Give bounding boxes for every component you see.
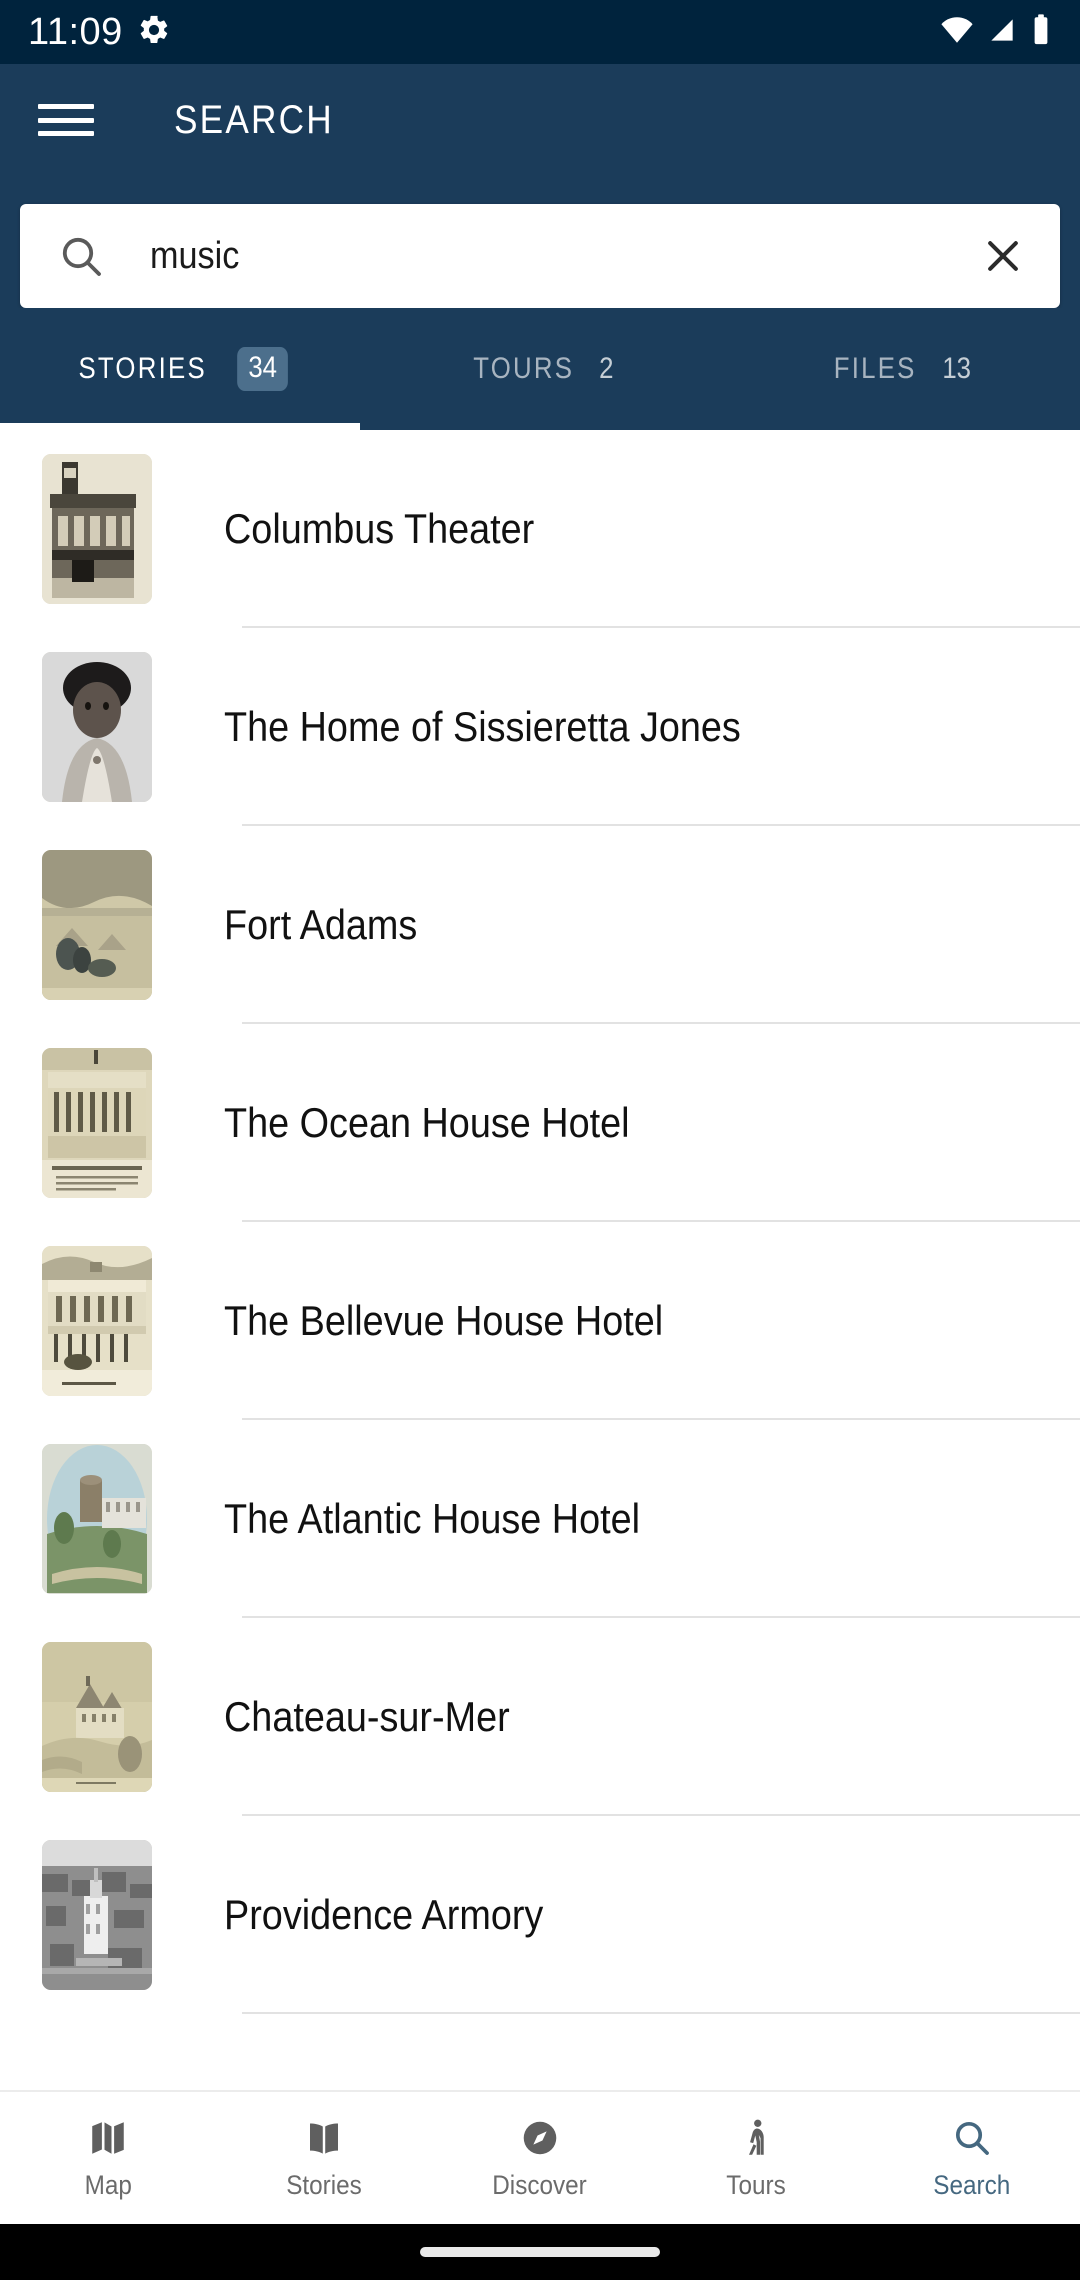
status-time: 11:09: [28, 10, 123, 53]
bottom-navigation-bar: Map Stories Discover Tours Search: [0, 2090, 1080, 2224]
tab-files[interactable]: FILES 13: [720, 308, 1080, 430]
list-item[interactable]: Fort Adams: [0, 826, 1080, 1024]
cellular-signal-icon: [986, 14, 1018, 51]
providence-armory-aerial-photo: [42, 1840, 152, 1990]
hamburger-line: [38, 131, 94, 136]
chateau-sur-mer-sketch: [42, 1642, 152, 1792]
tab-label: TOURS: [473, 352, 575, 385]
tab-count-badge: 34: [237, 347, 289, 391]
tab-stories[interactable]: STORIES 34: [0, 308, 360, 430]
close-icon[interactable]: [976, 229, 1030, 283]
system-gesture-bar: [0, 2224, 1080, 2280]
list-item-title: Columbus Theater: [224, 505, 535, 552]
app-bar: SEARCH: [0, 64, 1080, 176]
search-icon: [951, 2116, 993, 2160]
battery-icon: [1030, 13, 1052, 52]
list-item[interactable]: The Bellevue House Hotel: [0, 1222, 1080, 1420]
tab-label: STORIES: [78, 352, 207, 385]
nav-label: Tours: [726, 2169, 786, 2200]
list-item-title: The Atlantic House Hotel: [224, 1495, 641, 1542]
list-item[interactable]: The Atlantic House Hotel: [0, 1420, 1080, 1618]
list-item[interactable]: The Home of Sissieretta Jones: [0, 628, 1080, 826]
tab-label: FILES: [833, 352, 917, 385]
hamburger-line: [38, 104, 94, 109]
list-item-title: The Ocean House Hotel: [224, 1099, 630, 1146]
nav-label: Search: [933, 2169, 1011, 2200]
nav-label: Stories: [286, 2169, 362, 2200]
result-tabs: STORIES 34 TOURS 2 FILES 13: [0, 308, 1080, 430]
nav-item-map[interactable]: Map: [0, 2116, 216, 2201]
list-item-title: Providence Armory: [224, 1891, 544, 1938]
list-item-title: The Bellevue House Hotel: [224, 1297, 664, 1344]
gear-icon: [137, 13, 171, 52]
map-icon: [87, 2116, 129, 2160]
bellevue-house-hotel-engraving: [42, 1246, 152, 1396]
fort-adams-illustration: [42, 850, 152, 1000]
list-item[interactable]: The Ocean House Hotel: [0, 1024, 1080, 1222]
nav-item-search[interactable]: Search: [864, 2116, 1080, 2201]
tab-tours[interactable]: TOURS 2: [360, 308, 720, 430]
page-title: SEARCH: [174, 97, 334, 142]
nav-item-stories[interactable]: Stories: [216, 2116, 432, 2201]
search-box[interactable]: music: [20, 204, 1060, 308]
compass-icon: [519, 2116, 561, 2160]
tab-count: 2: [599, 352, 614, 385]
status-bar-left: 11:09: [28, 11, 171, 54]
search-results-list[interactable]: Columbus Theater The Home of Sissieretta…: [0, 430, 1080, 2090]
nav-label: Discover: [492, 2169, 588, 2200]
nav-label: Map: [84, 2169, 132, 2200]
walking-person-icon: [735, 2116, 777, 2160]
nav-item-discover[interactable]: Discover: [432, 2116, 648, 2201]
search-icon[interactable]: [54, 229, 108, 283]
list-divider: [242, 2012, 1080, 2014]
sissieretta-jones-portrait: [42, 652, 152, 802]
search-screen: 11:09 SEARCH music STORIES 34 TOURS 2 FI…: [0, 0, 1080, 2280]
hamburger-line: [38, 117, 94, 123]
list-item-title: Fort Adams: [224, 901, 418, 948]
search-input[interactable]: music: [150, 235, 893, 278]
status-bar-right: [940, 13, 1052, 52]
hamburger-menu-icon[interactable]: [38, 98, 94, 142]
search-bar-container: music: [0, 176, 1080, 308]
list-item-title: The Home of Sissieretta Jones: [224, 703, 741, 750]
list-item-title: Chateau-sur-Mer: [224, 1693, 510, 1740]
list-item[interactable]: Columbus Theater: [0, 430, 1080, 628]
gesture-handle[interactable]: [420, 2247, 660, 2257]
nav-item-tours[interactable]: Tours: [648, 2116, 864, 2201]
atlantic-house-hotel-painting: [42, 1444, 152, 1594]
wifi-icon: [940, 13, 974, 52]
list-item[interactable]: Providence Armory: [0, 1816, 1080, 2014]
book-icon: [303, 2116, 345, 2160]
columbus-theater-photo: [42, 454, 152, 604]
tab-count: 13: [941, 352, 971, 385]
ocean-house-hotel-engraving: [42, 1048, 152, 1198]
status-bar: 11:09: [0, 0, 1080, 64]
list-item[interactable]: Chateau-sur-Mer: [0, 1618, 1080, 1816]
